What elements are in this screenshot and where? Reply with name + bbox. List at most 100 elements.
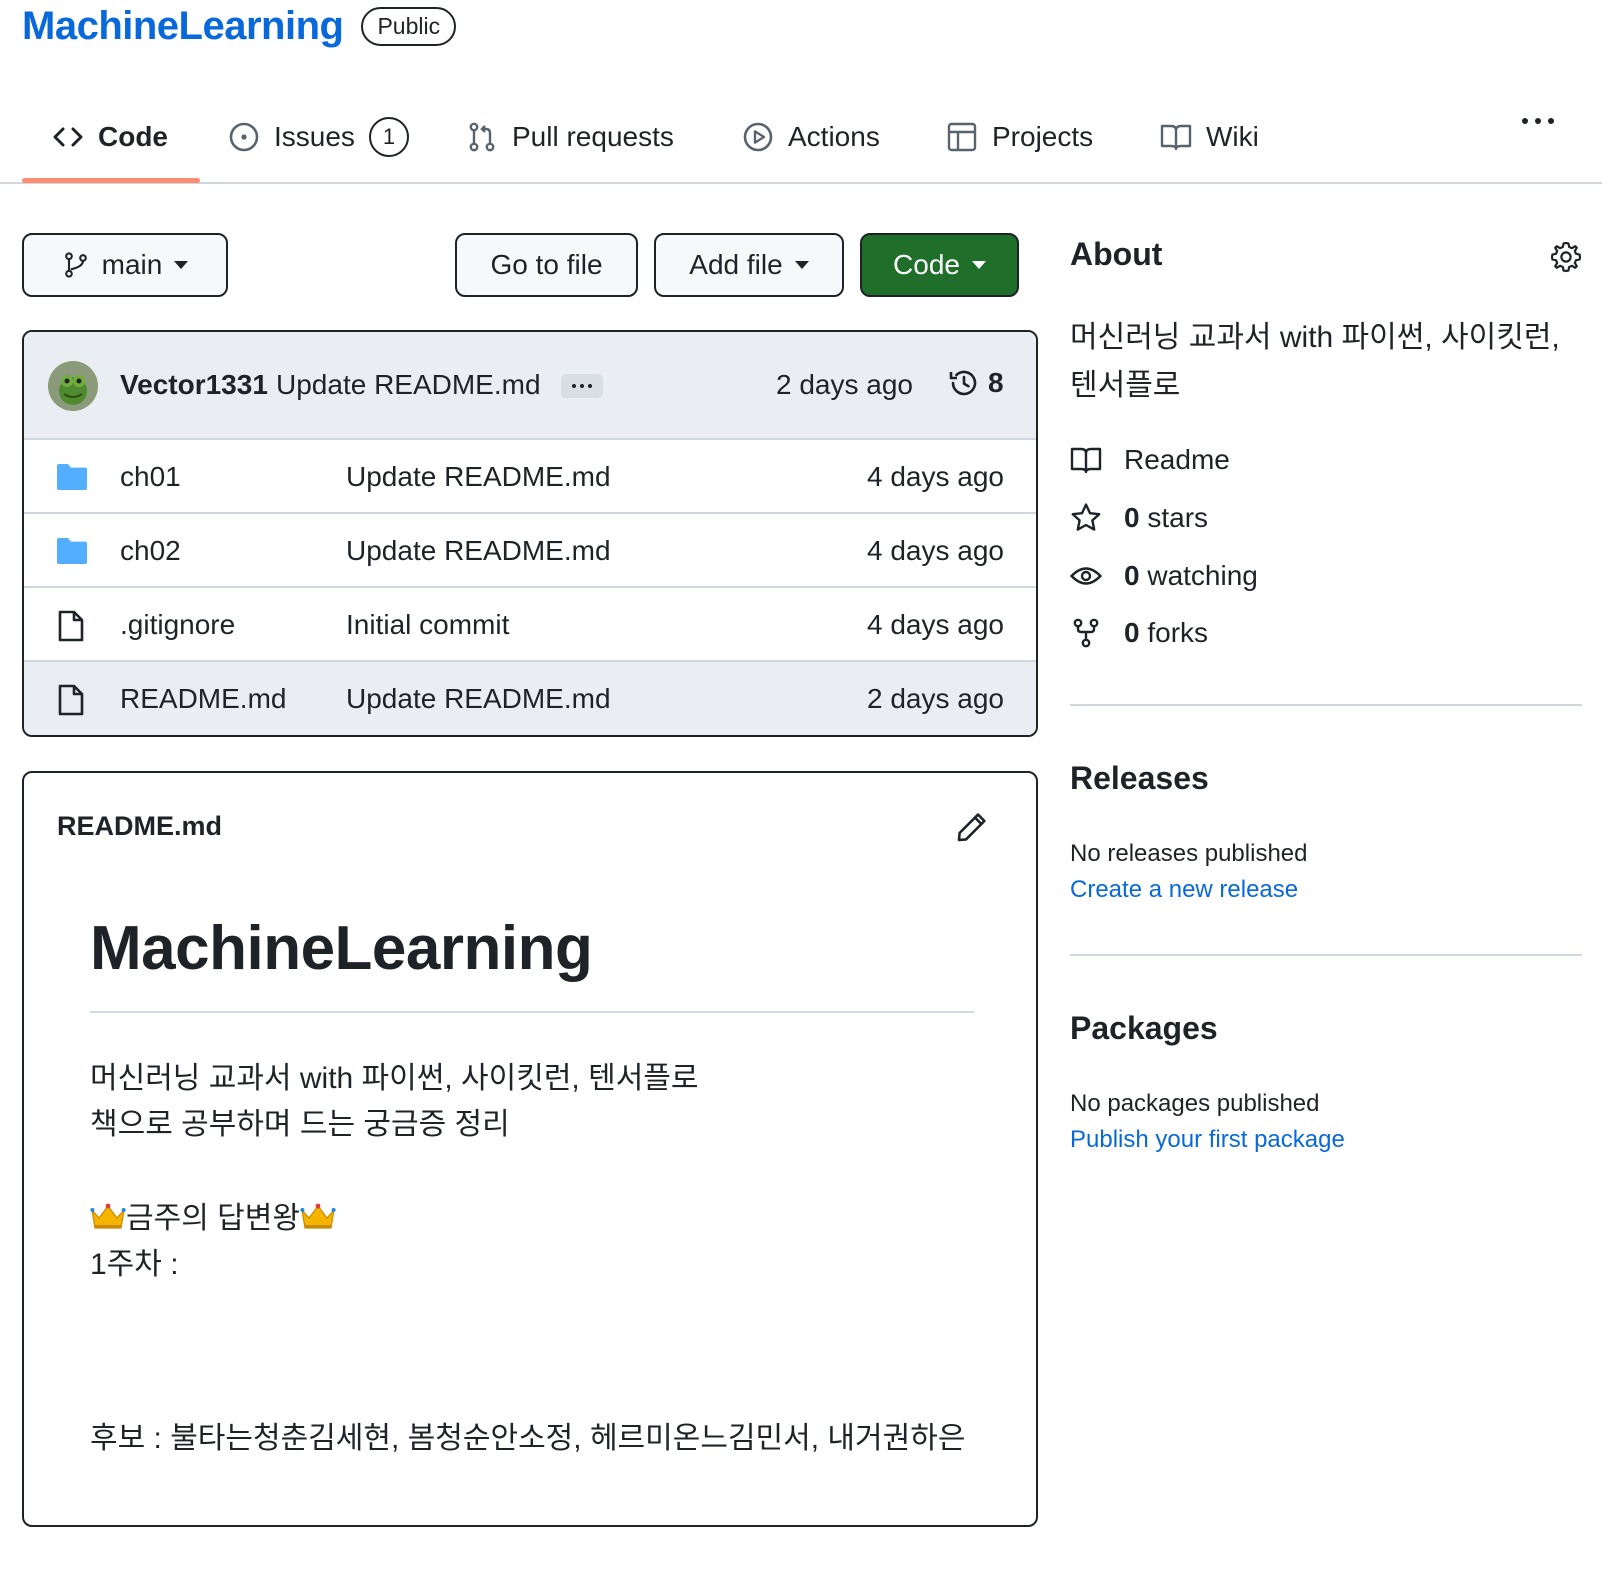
file-name-link[interactable]: ch01 [120,461,181,493]
readme-line: 책으로 공부하며 드는 궁금증 정리 [90,1108,510,1141]
chevron-down-icon [794,261,809,269]
commit-author-link[interactable]: Vector1331 [120,369,268,401]
stars-count: 0 [1124,502,1140,533]
readme-line: 1주차 : [90,1248,179,1281]
readme-link[interactable]: Readme [1070,444,1230,476]
issues-counter: 1 [368,117,409,157]
readme-title: MachineLearning [90,914,593,983]
folder-icon [56,536,88,566]
forks-link[interactable]: 0 forks [1070,617,1208,649]
repo-forked-icon [1070,617,1102,649]
forks-label: forks [1147,617,1209,648]
file-row[interactable]: README.md Update README.md 2 days ago [24,662,1036,735]
history-icon [948,367,980,399]
more-tabs-button[interactable] [1522,118,1554,124]
readme-line: 머신러닝 교과서 with 파이썬, 사이킷런, 텐서플로 [90,1062,699,1095]
file-commit-link[interactable]: Initial commit [346,609,509,641]
file-commit-link[interactable]: Update README.md [346,461,611,493]
repo-header: MachineLearning Public [22,4,457,49]
commit-time: 2 days ago [776,369,913,400]
commit-message-link[interactable]: Update README.md [276,369,541,401]
readme-panel: README.md MachineLearning 머신러닝 교과서 with … [22,771,1038,1527]
releases-status: No releases published [1070,840,1308,867]
file-time: 4 days ago [867,609,1004,640]
latest-commit-bar: Vector1331 Update README.md 2 days ago 8 [24,332,1036,440]
git-branch-icon [62,251,90,279]
packages-heading[interactable]: Packages [1070,1010,1218,1047]
crown-icon [90,1202,126,1232]
create-release-link[interactable]: Create a new release [1070,876,1298,904]
code-dropdown-button[interactable]: Code [860,233,1019,297]
branch-name: main [101,249,163,280]
readme-line: 후보 : 불타는청춘김세현, 봄청순안소정, 헤르미온느김민서, 내거권하은 [90,1422,966,1455]
tab-actions[interactable]: Actions [742,92,880,182]
chevron-down-icon [971,261,986,269]
gear-icon[interactable] [1550,241,1582,273]
git-pull-request-icon [466,121,498,153]
tab-code[interactable]: Code [52,92,168,182]
file-time: 4 days ago [867,535,1004,566]
file-name-link[interactable]: ch02 [120,535,181,567]
champion-text: 금주의 답변왕 [126,1202,300,1235]
commit-count: 8 [988,367,1004,398]
selected-tab-underline [22,178,200,183]
file-name-link[interactable]: README.md [120,683,286,715]
file-time: 2 days ago [867,683,1004,714]
file-name-link[interactable]: .gitignore [120,609,235,641]
issue-opened-icon [228,121,260,153]
file-commit-link[interactable]: Update README.md [346,683,611,715]
tab-label: Wiki [1206,121,1259,152]
file-list: Vector1331 Update README.md 2 days ago 8… [22,330,1038,737]
tab-label: Actions [788,121,880,152]
sidebar-divider [1070,704,1582,706]
file-icon [56,684,86,716]
eye-icon [1070,560,1102,592]
file-time: 4 days ago [867,461,1004,492]
forks-count: 0 [1124,617,1140,648]
repo-name-link[interactable]: MachineLearning [22,4,344,49]
file-icon [56,610,86,642]
readme-filename[interactable]: README.md [57,811,222,842]
about-description: 머신러닝 교과서 with 파이썬, 사이킷런, 텐서플로 [1070,321,1560,402]
chevron-down-icon [174,261,189,269]
book-icon [1160,121,1192,153]
avatar[interactable] [48,361,98,411]
book-icon [1070,444,1102,476]
commit-expand-button[interactable] [561,374,603,398]
tab-wiki[interactable]: Wiki [1160,92,1259,182]
sidebar-divider [1070,954,1582,956]
tab-label: Pull requests [512,121,674,152]
file-commit-link[interactable]: Update README.md [346,535,611,567]
stars-label: stars [1147,502,1209,533]
tab-projects[interactable]: Projects [946,92,1093,182]
tab-label: Code [98,121,168,152]
visibility-badge: Public [361,7,457,46]
file-row[interactable]: ch02 Update README.md 4 days ago [24,514,1036,588]
add-file-button[interactable]: Add file [654,233,844,297]
pencil-icon[interactable] [956,811,988,843]
play-icon [742,121,774,153]
readme-champion-line: 금주의 답변왕 [90,1193,336,1237]
tab-issues[interactable]: Issues 1 [228,92,409,182]
folder-icon [56,462,88,492]
about-heading: About [1070,236,1163,272]
publish-package-link[interactable]: Publish your first package [1070,1126,1345,1154]
readme-divider [90,1011,974,1013]
star-icon [1070,502,1102,534]
commit-history-link[interactable]: 8 [948,367,1004,399]
file-row[interactable]: .gitignore Initial commit 4 days ago [24,588,1036,662]
watching-label: watching [1147,560,1258,591]
file-row[interactable]: ch01 Update README.md 4 days ago [24,440,1036,514]
tab-label: Issues [274,121,355,152]
watching-link[interactable]: 0 watching [1070,560,1258,592]
crown-icon [300,1202,336,1232]
table-icon [946,121,978,153]
tab-pull-requests[interactable]: Pull requests [466,92,674,182]
go-to-file-button[interactable]: Go to file [455,233,638,297]
packages-status: No packages published [1070,1090,1320,1117]
readme-label: Readme [1124,444,1230,475]
repo-nav-tabs: Code Issues 1 Pull requests Actions Proj… [0,92,1602,184]
branch-select-button[interactable]: main [22,233,228,297]
stars-link[interactable]: 0 stars [1070,502,1208,534]
releases-heading[interactable]: Releases [1070,760,1209,797]
